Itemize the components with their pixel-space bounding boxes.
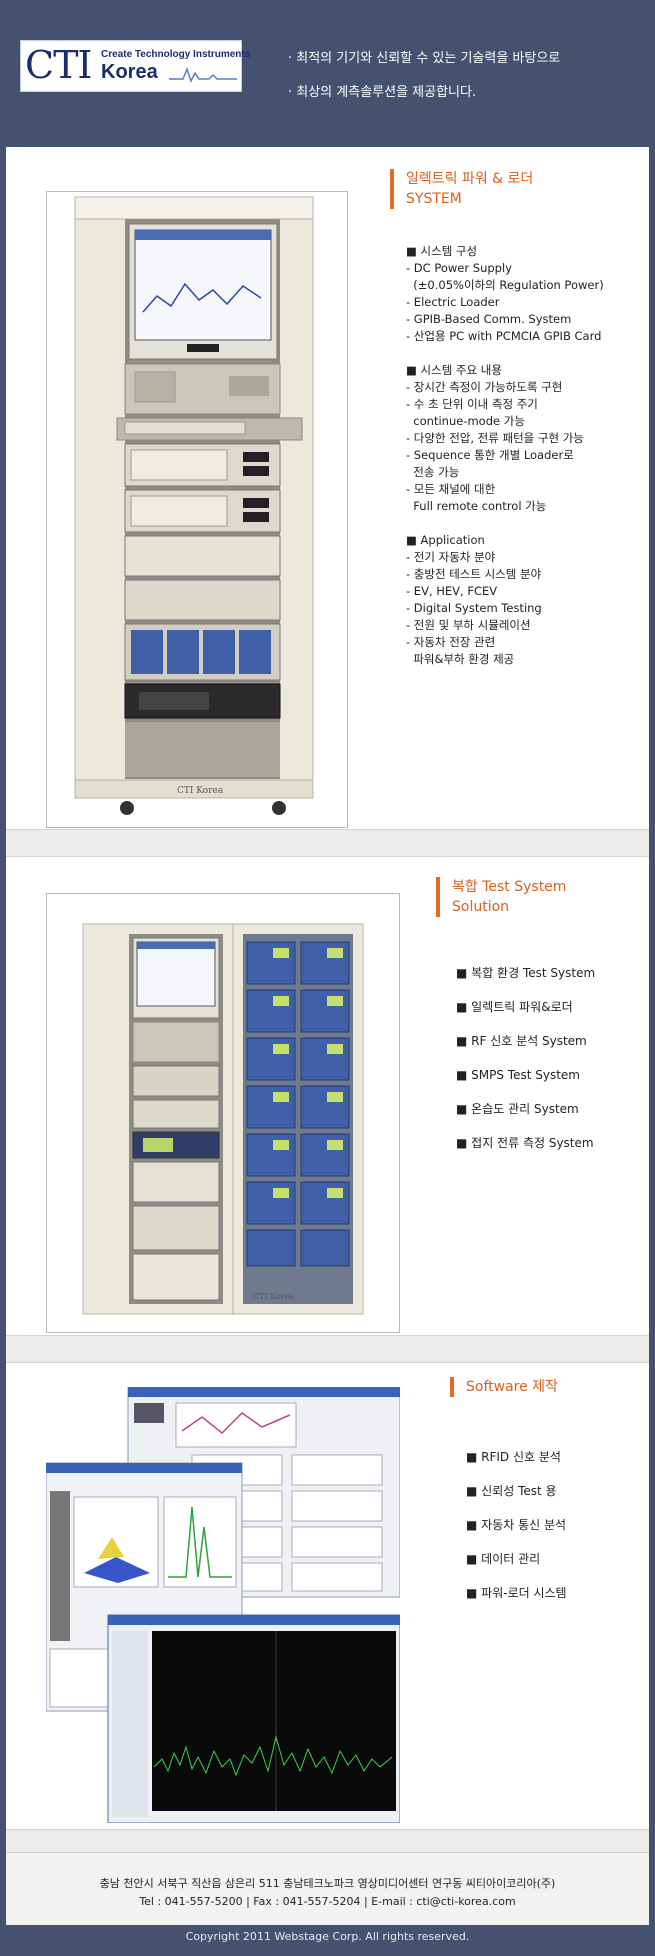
section-power-loader: CTI Korea 일렉트릭 파워 & 로더 SYSTEM 시스템 구성 - D… (6, 147, 649, 829)
feature-item: 일렉트릭 파워&로더 (456, 997, 595, 1031)
slogan-list: · 최적의 기기와 신뢰할 수 있는 기술력을 바탕으로 · 최상의 계측솔루션… (288, 42, 560, 110)
desc-line: - 전기 자동차 분야 (406, 550, 496, 564)
software-screenshots-collage (45, 1386, 401, 1824)
title-line: 복합 Test System (452, 879, 567, 895)
desc-line: - EV, HEV, FCEV (406, 584, 498, 598)
power-loader-rack-image: CTI Korea (46, 191, 348, 828)
section-software: Software 제작 RFID 신호 분석 신뢰성 Test 용 자동차 통신… (6, 1363, 649, 1829)
desc-spacer (406, 515, 604, 532)
desc-line: - DC Power Supply (406, 261, 512, 275)
desc-spacer (406, 345, 604, 362)
page-header: CTI Create Technology Instruments Korea … (0, 0, 655, 128)
desc-line: - 자동차 전장 관련 (406, 635, 496, 649)
section-title-software: Software 제작 (450, 1377, 558, 1397)
section-divider (6, 829, 649, 857)
complex-test-feature-list: 복합 환경 Test System 일렉트릭 파워&로더 RF 신호 분석 Sy… (456, 963, 595, 1167)
desc-heading: 시스템 구성 (406, 243, 604, 260)
feature-item: SMPS Test System (456, 1065, 595, 1099)
section-complex-test-system: CTI Korea 복합 Test System Solution 복합 환경 … (6, 857, 649, 1335)
feature-item: RF 신호 분석 System (456, 1031, 595, 1065)
desc-line: - Sequence 통한 개별 Loader로 (406, 448, 574, 462)
desc-line: - 산업용 PC with PCMCIA GPIB Card (406, 329, 602, 343)
company-logo[interactable]: CTI Create Technology Instruments Korea (20, 40, 250, 92)
section-title-complex-test: 복합 Test System Solution (436, 877, 566, 917)
section-title-power-loader: 일렉트릭 파워 & 로더 SYSTEM (390, 169, 533, 209)
title-line: 일렉트릭 파워 & 로더 (406, 171, 534, 187)
desc-line: Full remote control 가능 (406, 499, 547, 513)
feature-item: 신뢰성 Test 용 (466, 1481, 567, 1515)
desc-line: - Digital System Testing (406, 601, 542, 615)
title-line: Solution (452, 899, 510, 915)
slogan-line: · 최상의 계측솔루션을 제공합니다. (288, 85, 477, 100)
feature-item: RFID 신호 분석 (466, 1447, 567, 1481)
logo-cti-text: CTI (25, 43, 92, 87)
copyright-notice: Copyright 2011 Webstage Corp. All rights… (185, 1930, 470, 1943)
feature-item: 복합 환경 Test System (456, 963, 595, 997)
desc-line: (±0.05%이하의 Regulation Power) (406, 278, 604, 292)
feature-item: 데이터 관리 (466, 1549, 567, 1583)
logo-korea-text: Korea (101, 61, 158, 83)
desc-line: - GPIB-Based Comm. System (406, 312, 572, 326)
desc-line: - Electric Loader (406, 295, 500, 309)
rack-brand-label: CTI Korea (253, 1292, 295, 1301)
rack-brand-label: CTI Korea (177, 786, 224, 796)
page-footer: 충남 천안시 서북구 직산읍 삼은리 511 충남테크노파크 영상미디어센터 연… (6, 1852, 649, 1925)
desc-line: - 모든 채널에 대한 (406, 482, 496, 496)
feature-item: 파워-로더 시스템 (466, 1583, 566, 1617)
feature-item: 접지 전류 측정 System (456, 1133, 595, 1167)
desc-line: continue-mode 가능 (406, 414, 525, 428)
software-feature-list: RFID 신호 분석 신뢰성 Test 용 자동차 통신 분석 데이터 관리 파… (466, 1447, 567, 1617)
company-address: 충남 천안시 서북구 직산읍 삼은리 511 충남테크노파크 영상미디어센터 연… (99, 1877, 556, 1890)
desc-line: - 장시간 측정이 가능하도록 구현 (406, 380, 563, 394)
feature-item: 자동차 통신 분석 (466, 1515, 567, 1549)
desc-line: - 충방전 테스트 시스템 분야 (406, 567, 542, 581)
slogan-line: · 최적의 기기와 신뢰할 수 있는 기술력을 바탕으로 (288, 51, 561, 66)
desc-line: - 전원 및 부하 시뮬레이션 (406, 618, 531, 632)
desc-line: 파워&부하 환경 제공 (406, 652, 515, 666)
logo-tagline: Create Technology Instruments (101, 49, 251, 60)
desc-line: - 수 초 단위 이내 측정 주기 (406, 397, 538, 411)
title-line: Software 제작 (466, 1379, 558, 1395)
power-loader-description: 시스템 구성 - DC Power Supply (±0.05%이하의 Regu… (406, 243, 604, 668)
contact-info: Tel : 041-557-5200 | Fax : 041-557-5204 … (139, 1895, 516, 1908)
desc-line: - 다양한 전압, 전류 패턴을 구현 가능 (406, 431, 584, 445)
rack-cabinet-illustration (74, 196, 314, 815)
desc-heading: 시스템 주요 내용 (406, 362, 604, 379)
software-collage-illustration (45, 1386, 401, 1824)
section-divider (6, 1335, 649, 1363)
dual-rack-illustration (82, 923, 364, 1315)
signal-wave-icon (169, 66, 237, 83)
feature-item: 온습도 관리 System (456, 1099, 595, 1133)
complex-test-rack-image: CTI Korea (46, 893, 400, 1333)
desc-line: 전송 가능 (406, 465, 460, 479)
desc-heading: Application (406, 532, 604, 549)
title-line: SYSTEM (406, 191, 462, 207)
